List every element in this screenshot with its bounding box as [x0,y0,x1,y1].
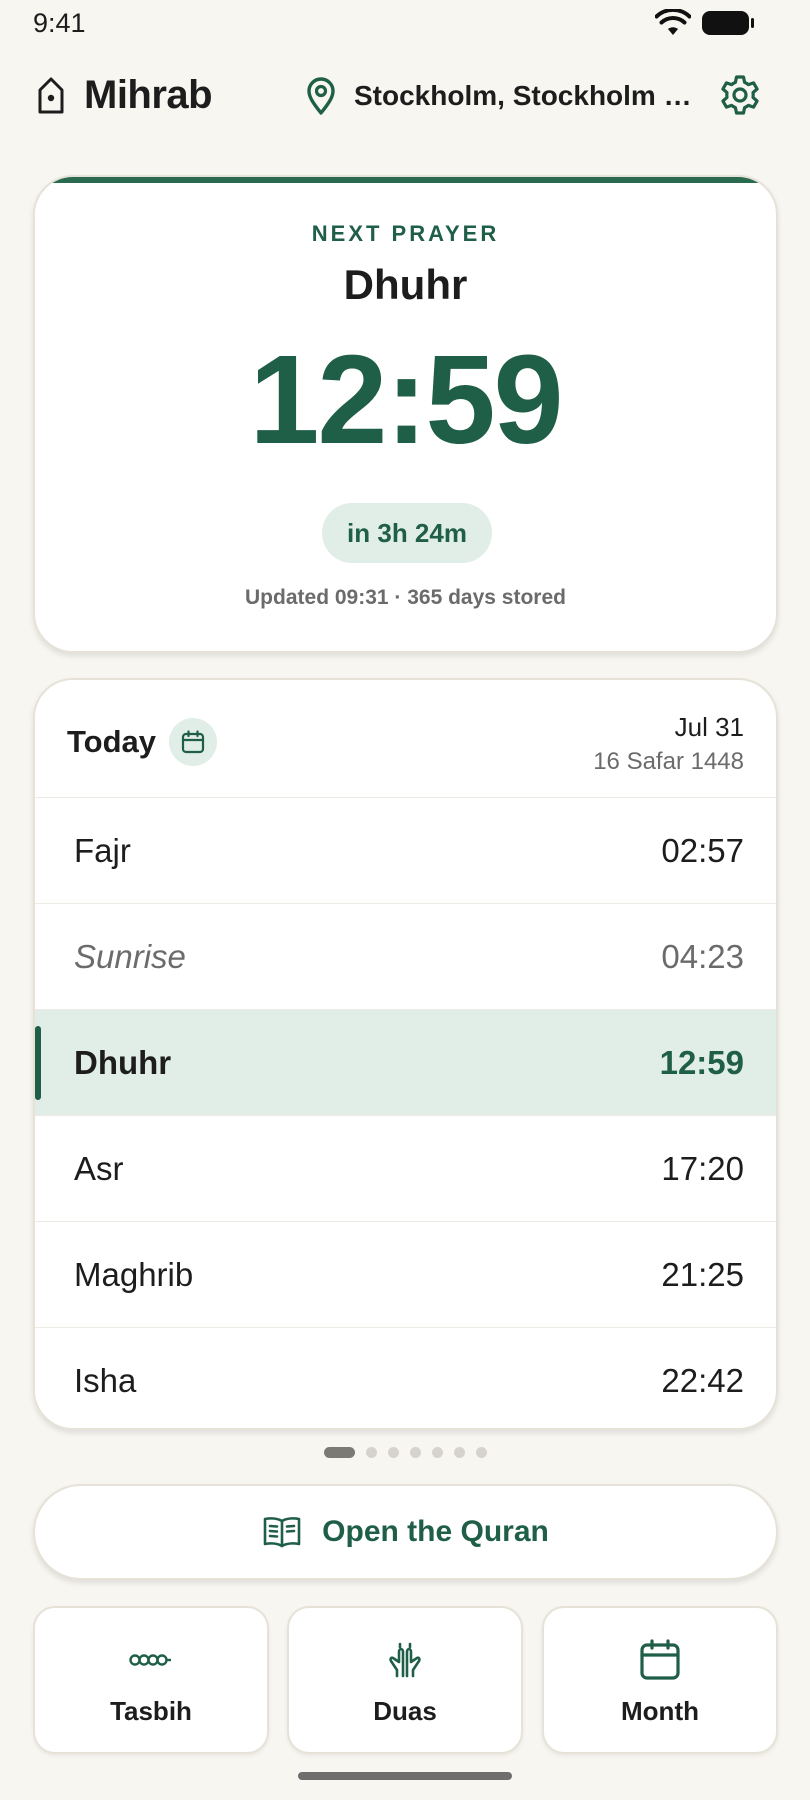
prayer-row-dhuhr: Dhuhr 12:59 [35,1010,776,1116]
quick-actions: Tasbih Duas Month [33,1606,778,1754]
battery-icon [702,11,754,35]
next-prayer-time: 12:59 [249,329,563,470]
today-title: Today [67,724,156,759]
prayer-row-asr: Asr 17:20 [35,1116,776,1222]
mosque-icon [38,77,64,114]
status-bar: 9:41 [0,0,810,46]
book-icon [263,1517,301,1548]
prayer-time: 12:59 [659,1044,744,1081]
card-accent-bar [35,177,776,183]
tasbih-button[interactable]: Tasbih [33,1606,269,1754]
last-updated-text: Updated 09:31 · 365 days stored [245,586,566,609]
prayer-time: 22:42 [661,1362,744,1399]
home-indicator[interactable] [298,1772,512,1780]
today-header: Today Jul 31 16 Safar 1448 [35,680,776,798]
calendar-icon [640,1639,680,1680]
prayer-name: Maghrib [74,1256,194,1293]
prayer-time: 02:57 [661,832,744,869]
location-selector[interactable]: Stockholm, Stockholm … [304,74,692,118]
prayer-name: Sunrise [74,938,186,975]
location-pin-icon [307,77,335,115]
prayer-beads-icon [129,1654,171,1666]
app-title: Mihrab [84,73,213,117]
gregorian-date: Jul 31 [674,712,744,742]
prayer-row-maghrib: Maghrib 21:25 [35,1222,776,1328]
prayer-time: 17:20 [661,1150,744,1187]
location-label: Stockholm, Stockholm … [354,80,692,111]
duas-button[interactable]: Duas [287,1606,523,1754]
prayer-row-isha: Isha 22:42 [35,1328,776,1428]
page-dot-active[interactable] [324,1446,355,1458]
next-prayer-card: NEXT PRAYER Dhuhr 12:59 in 3h 24m Update… [33,175,778,653]
prayer-times-list: Fajr 02:57 Sunrise 04:23 Dhuhr 12:59 Asr… [35,798,776,1428]
praying-hands-icon [389,1642,421,1678]
next-prayer-label: NEXT PRAYER [311,221,500,246]
status-time: 9:41 [33,8,86,38]
active-prayer-marker [35,1026,41,1100]
duas-label: Duas [373,1696,437,1726]
page-dot[interactable] [410,1446,421,1458]
month-button[interactable]: Month [542,1606,778,1754]
prayer-row-fajr: Fajr 02:57 [35,798,776,904]
page-dot[interactable] [454,1446,465,1458]
tasbih-label: Tasbih [110,1696,192,1726]
gear-icon[interactable] [716,72,764,120]
prayer-name: Asr [74,1150,124,1187]
page-dot[interactable] [366,1446,377,1458]
page-dot[interactable] [388,1446,399,1458]
app-header: Mihrab Stockholm, Stockholm … [0,60,810,132]
countdown-badge: in 3h 24m [322,503,492,563]
calendar-icon [181,730,205,754]
open-quran-label: Open the Quran [322,1515,549,1548]
date-picker-button[interactable] [169,718,217,766]
page-dot[interactable] [432,1446,443,1458]
prayer-time: 21:25 [661,1256,744,1293]
today-prayer-card: Today Jul 31 16 Safar 1448 Fajr 02:57 Su… [33,678,778,1430]
open-quran-button[interactable]: Open the Quran [33,1484,778,1580]
hijri-date: 16 Safar 1448 [593,748,744,775]
prayer-name: Dhuhr [74,1044,172,1081]
prayer-time: 04:23 [661,938,744,975]
prayer-row-sunrise: Sunrise 04:23 [35,904,776,1010]
page-dot[interactable] [476,1446,487,1458]
page-indicator[interactable] [324,1446,498,1458]
prayer-name: Isha [74,1362,137,1399]
month-label: Month [621,1696,699,1726]
wifi-icon [655,9,691,35]
prayer-name: Fajr [74,832,131,869]
next-prayer-name: Dhuhr [343,261,468,308]
